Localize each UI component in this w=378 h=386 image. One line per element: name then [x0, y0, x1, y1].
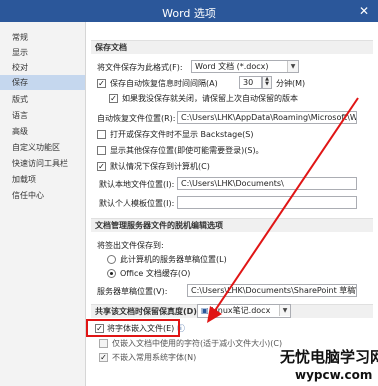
- annotation-arrow: [207, 97, 359, 323]
- watermark-site-name: 无忧电脑学习网: [280, 348, 378, 366]
- watermark-url: wypcw.com: [295, 368, 373, 382]
